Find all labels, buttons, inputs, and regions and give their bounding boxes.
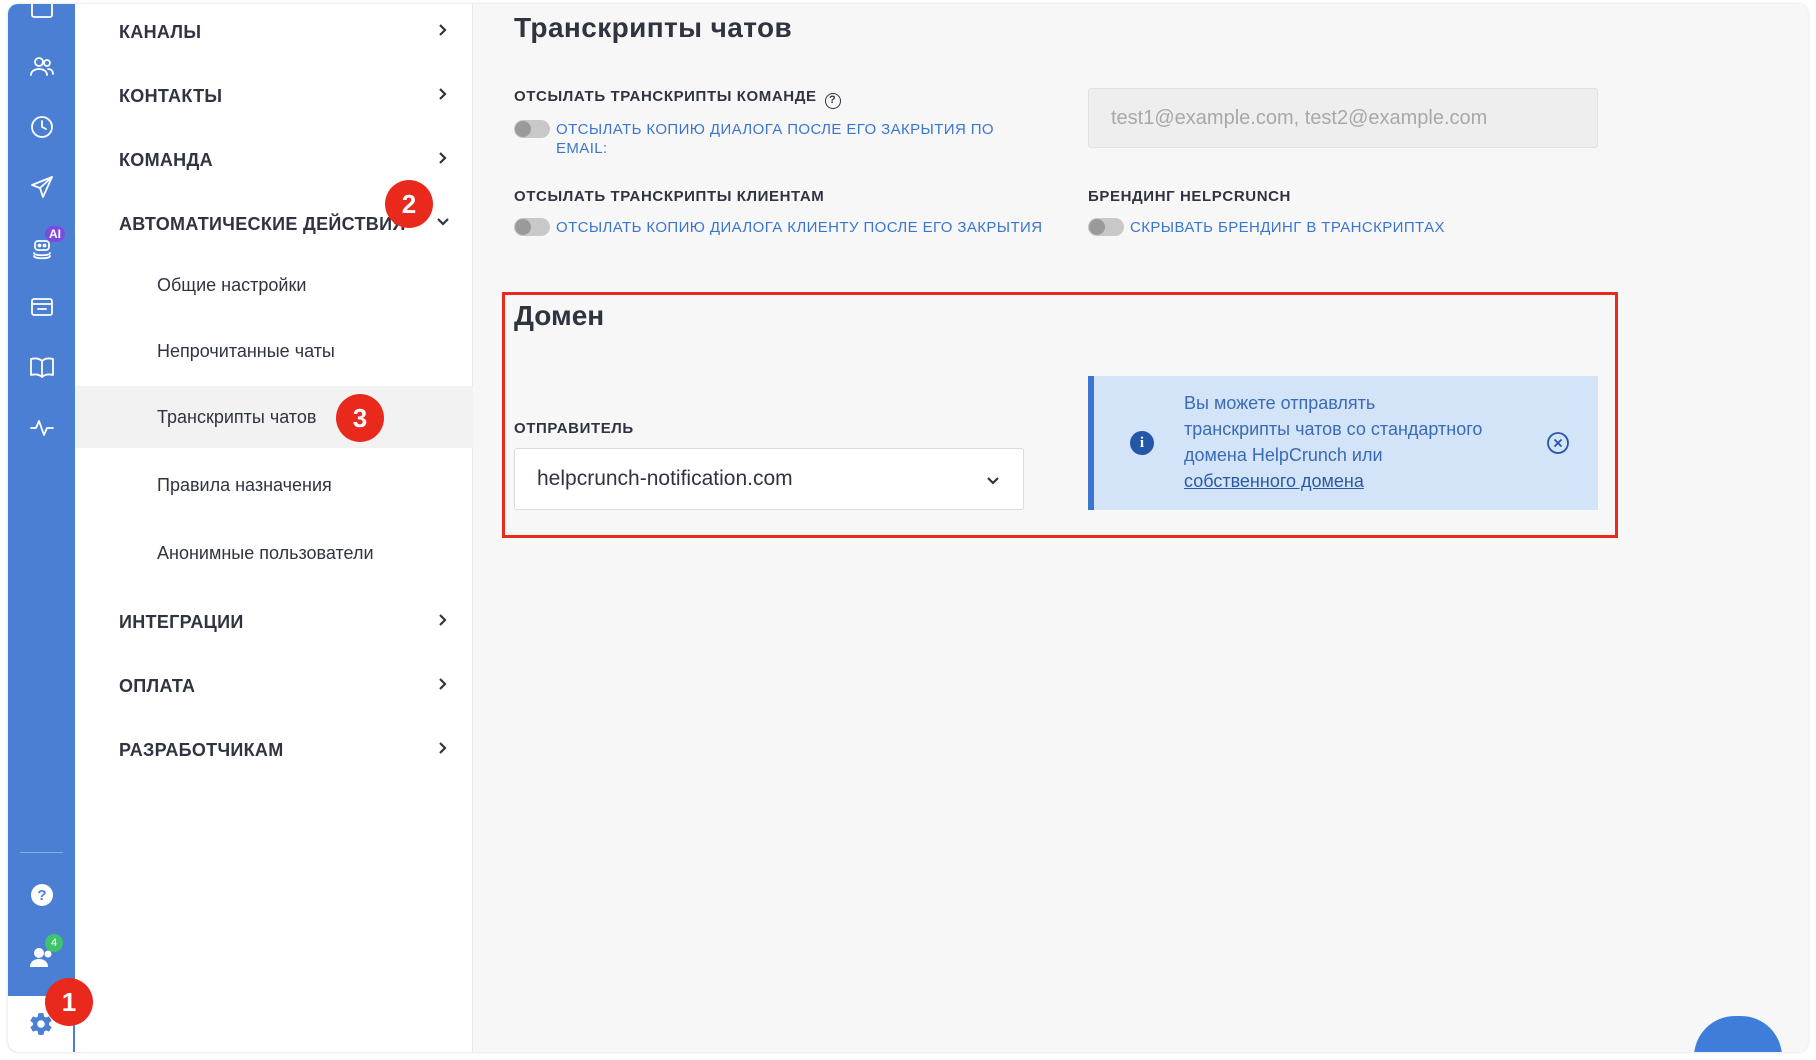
client-transcripts-label: ОТСЫЛАТЬ ТРАНСКРИПТЫ КЛИЕНТАМ bbox=[514, 188, 825, 205]
menu-item-label: Анонимные пользователи bbox=[157, 542, 374, 563]
domain-info-text-body: Вы можете отправлять транскрипты чатов с… bbox=[1184, 393, 1483, 465]
menu-item-chat-transcripts[interactable]: Транскрипты чатов bbox=[75, 386, 473, 448]
client-transcripts-toggle[interactable] bbox=[514, 218, 550, 236]
sender-domain-value: helpcrunch-notification.com bbox=[537, 467, 793, 490]
sender-label: ОТПРАВИТЕЛЬ bbox=[514, 420, 634, 437]
team-transcripts-label-text: ОТСЫЛАТЬ ТРАНСКРИПТЫ КОМАНДЕ bbox=[514, 88, 817, 105]
contacts-icon[interactable] bbox=[8, 42, 75, 92]
menu-team[interactable]: КОМАНДА bbox=[75, 134, 473, 186]
menu-team-label: КОМАНДА bbox=[119, 149, 213, 170]
chevron-right-icon bbox=[435, 676, 451, 692]
sender-domain-select[interactable]: helpcrunch-notification.com bbox=[514, 448, 1024, 510]
info-icon: i bbox=[1130, 431, 1154, 455]
inbox-icon[interactable] bbox=[8, 4, 75, 36]
step-marker-3: 3 bbox=[336, 394, 384, 442]
menu-contacts[interactable]: КОНТАКТЫ bbox=[75, 70, 473, 122]
rail-divider bbox=[20, 852, 63, 853]
team-count-badge: 4 bbox=[45, 934, 63, 952]
team-transcripts-label: ОТСЫЛАТЬ ТРАНСКРИПТЫ КОМАНДЕ? bbox=[514, 88, 841, 109]
app-window: AI ? 4 КАНАЛЫ КОНТАКТЫ КОМАНДА АВТОМАТИЧ… bbox=[8, 4, 1808, 1052]
send-icon[interactable] bbox=[8, 162, 75, 212]
svg-text:?: ? bbox=[37, 887, 46, 904]
chevron-right-icon bbox=[435, 612, 451, 628]
domain-title: Домен bbox=[514, 300, 605, 331]
menu-item-label: Непрочитанные чаты bbox=[157, 340, 335, 361]
ai-bot-icon[interactable]: AI bbox=[8, 222, 75, 272]
clock-icon[interactable] bbox=[8, 102, 75, 152]
team-transcripts-toggle-text[interactable]: ОТСЫЛАТЬ КОПИЮ ДИАЛОГА ПОСЛЕ ЕГО ЗАКРЫТИ… bbox=[556, 120, 996, 158]
menu-channels[interactable]: КАНАЛЫ bbox=[75, 6, 473, 58]
menu-billing-label: ОПЛАТА bbox=[119, 675, 196, 696]
chevron-down-icon bbox=[985, 471, 1001, 487]
help-icon[interactable]: ? bbox=[8, 870, 75, 920]
widget-icon[interactable] bbox=[8, 282, 75, 332]
custom-domain-link[interactable]: собственного домена bbox=[1184, 471, 1364, 491]
menu-integrations[interactable]: ИНТЕГРАЦИИ bbox=[75, 596, 473, 648]
chevron-down-icon bbox=[435, 214, 451, 230]
menu-item-label: Транскрипты чатов bbox=[157, 406, 317, 427]
domain-info-text: Вы можете отправлять транскрипты чатов с… bbox=[1184, 390, 1484, 494]
menu-developers-label: РАЗРАБОТЧИКАМ bbox=[119, 739, 284, 760]
domain-info-banner: i Вы можете отправлять транскрипты чатов… bbox=[1088, 376, 1598, 510]
step-marker-2: 2 bbox=[385, 180, 433, 228]
close-circle-icon[interactable] bbox=[1546, 431, 1570, 455]
team-transcripts-toggle[interactable] bbox=[514, 120, 550, 138]
knowledge-base-icon[interactable] bbox=[8, 342, 75, 392]
team-members-icon[interactable]: 4 bbox=[8, 932, 75, 982]
chat-widget-button[interactable] bbox=[1694, 1016, 1782, 1052]
team-emails-input[interactable] bbox=[1088, 88, 1598, 148]
icon-rail: AI ? 4 bbox=[8, 4, 75, 1052]
chevron-right-icon bbox=[435, 86, 451, 102]
client-transcripts-toggle-text[interactable]: ОТСЫЛАТЬ КОПИЮ ДИАЛОГА КЛИЕНТУ ПОСЛЕ ЕГО… bbox=[556, 218, 1042, 237]
chevron-right-icon bbox=[435, 22, 451, 38]
transcripts-settings-panel: Транскрипты чатов ОТСЫЛАТЬ ТРАНСКРИПТЫ К… bbox=[474, 4, 1808, 1052]
chevron-right-icon bbox=[435, 150, 451, 166]
menu-developers[interactable]: РАЗРАБОТЧИКАМ bbox=[75, 724, 473, 776]
menu-item-unread-chats[interactable]: Непрочитанные чаты bbox=[75, 320, 473, 382]
menu-contacts-label: КОНТАКТЫ bbox=[119, 85, 223, 106]
ai-badge: AI bbox=[45, 226, 65, 242]
step-marker-1: 1 bbox=[45, 978, 93, 1026]
menu-item-anonymous-users[interactable]: Анонимные пользователи bbox=[75, 522, 473, 584]
hide-branding-toggle[interactable] bbox=[1088, 218, 1124, 236]
question-icon[interactable]: ? bbox=[824, 93, 841, 109]
menu-item-general-settings[interactable]: Общие настройки bbox=[75, 254, 473, 316]
chevron-right-icon bbox=[435, 740, 451, 756]
menu-integrations-label: ИНТЕГРАЦИИ bbox=[119, 611, 244, 632]
menu-item-label: Правила назначения bbox=[157, 474, 332, 495]
branding-label: БРЕНДИНГ HELPCRUNCH bbox=[1088, 188, 1291, 205]
menu-channels-label: КАНАЛЫ bbox=[119, 21, 202, 42]
hide-branding-toggle-text[interactable]: СКРЫВАТЬ БРЕНДИНГ В ТРАНСКРИПТАХ bbox=[1130, 218, 1445, 237]
settings-menu: КАНАЛЫ КОНТАКТЫ КОМАНДА АВТОМАТИЧЕСКИЕ Д… bbox=[75, 4, 473, 1052]
menu-automation-label: АВТОМАТИЧЕСКИЕ ДЕЙСТВИЯ bbox=[119, 213, 406, 234]
page-title: Транскрипты чатов bbox=[514, 12, 793, 43]
menu-item-assignment-rules[interactable]: Правила назначения bbox=[75, 454, 473, 516]
activity-icon[interactable] bbox=[8, 402, 75, 452]
menu-billing[interactable]: ОПЛАТА bbox=[75, 660, 473, 712]
menu-item-label: Общие настройки bbox=[157, 274, 307, 295]
